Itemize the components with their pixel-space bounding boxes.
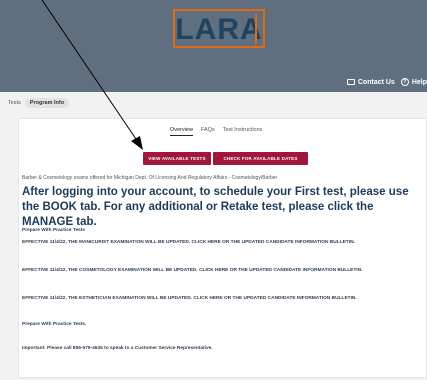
help-label: Help [411, 78, 427, 86]
check-available-dates-button[interactable]: CHECK FOR AVAILABLE DATES [213, 152, 308, 165]
tab-overview[interactable]: Overview [170, 127, 193, 136]
customer-service-notice: Important: Please call 855-579-4635 to s… [22, 346, 213, 351]
manicurist-update-notice[interactable]: EFFECTIVE 11/4/22, THE MANICURIST EXAMIN… [22, 240, 355, 245]
breadcrumb-program-info[interactable]: Program Info [24, 98, 70, 108]
practice-tests-link[interactable]: Prepare With Practice Tests [22, 228, 85, 233]
help-icon: ? [400, 78, 409, 86]
scheduling-headline: After logging into your account, to sche… [22, 186, 409, 228]
practice-tests-link-2[interactable]: Prepare With Practice Tests. [22, 322, 86, 327]
esthetician-update-notice[interactable]: EFFECTIVE 11/4/22, THE ESTHETICIAN EXAMI… [22, 296, 357, 301]
help-link[interactable]: ? Help [400, 78, 427, 86]
tab-test-instructions[interactable]: Test Instructions [223, 127, 263, 136]
breadcrumb: Tests Program Info [8, 97, 70, 109]
cosmetology-update-notice[interactable]: EFFECTIVE 11/4/22, THE COSMETOLOGY EXAMI… [22, 268, 362, 273]
tab-bar: Overview FAQs Test Instructions [170, 127, 262, 136]
lara-logo[interactable]: LARA [173, 9, 265, 48]
contact-us-link[interactable]: Contact Us [346, 78, 395, 86]
contact-us-label: Contact Us [357, 78, 395, 86]
logo-accent-bar [255, 14, 257, 44]
header-links: Contact Us ? Help [346, 76, 427, 88]
exam-intro-text: Barber & Cosmetology exams offered for M… [22, 175, 278, 181]
logo-text: LARA [175, 13, 263, 46]
chat-icon [346, 79, 355, 85]
tab-faqs[interactable]: FAQs [201, 127, 215, 136]
view-available-tests-button[interactable]: VIEW AVAILABLE TESTS [143, 152, 211, 165]
breadcrumb-tests[interactable]: Tests [8, 100, 21, 106]
